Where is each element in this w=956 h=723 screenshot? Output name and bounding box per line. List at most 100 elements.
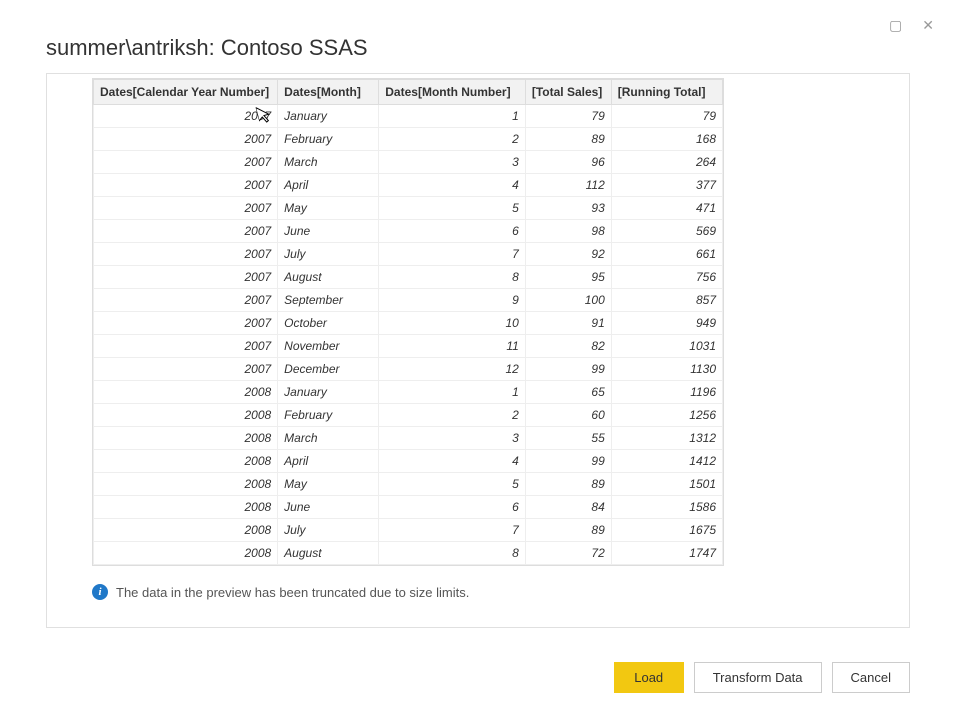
cell-month-num: 3	[379, 427, 526, 450]
cell-month-num: 6	[379, 496, 526, 519]
table-row[interactable]: 2007July792661	[94, 243, 723, 266]
table-row[interactable]: 2007October1091949	[94, 312, 723, 335]
load-button[interactable]: Load	[614, 662, 684, 693]
cell-year: 2007	[94, 358, 278, 381]
cell-month: April	[278, 174, 379, 197]
table-row[interactable]: 2008July7891675	[94, 519, 723, 542]
cell-month-num: 8	[379, 542, 526, 565]
cell-total: 96	[525, 151, 611, 174]
cell-month: July	[278, 519, 379, 542]
transform-data-button[interactable]: Transform Data	[694, 662, 822, 693]
cell-running: 1501	[611, 473, 722, 496]
cell-month-num: 2	[379, 128, 526, 151]
cell-month: August	[278, 542, 379, 565]
cell-month: October	[278, 312, 379, 335]
cell-running: 168	[611, 128, 722, 151]
table-row[interactable]: 2007February289168	[94, 128, 723, 151]
table-row[interactable]: 2007December12991130	[94, 358, 723, 381]
cell-total: 112	[525, 174, 611, 197]
table-row[interactable]: 2008April4991412	[94, 450, 723, 473]
close-icon[interactable]: ✕	[922, 18, 934, 32]
cell-month-num: 3	[379, 151, 526, 174]
cell-month: January	[278, 105, 379, 128]
cell-month-num: 12	[379, 358, 526, 381]
cell-year: 2008	[94, 473, 278, 496]
cell-month: June	[278, 220, 379, 243]
cell-running: 79	[611, 105, 722, 128]
preview-table: Dates[Calendar Year Number] Dates[Month]…	[93, 79, 723, 565]
table-row[interactable]: 2008February2601256	[94, 404, 723, 427]
cell-running: 1256	[611, 404, 722, 427]
table-row[interactable]: 2007November11821031	[94, 335, 723, 358]
cell-month-num: 4	[379, 450, 526, 473]
cell-running: 1312	[611, 427, 722, 450]
cell-running: 949	[611, 312, 722, 335]
cell-year: 2008	[94, 496, 278, 519]
table-row[interactable]: 2008June6841586	[94, 496, 723, 519]
cell-year: 2007	[94, 197, 278, 220]
cell-year: 2007	[94, 243, 278, 266]
cell-running: 471	[611, 197, 722, 220]
cell-total: 79	[525, 105, 611, 128]
cell-total: 84	[525, 496, 611, 519]
cell-total: 93	[525, 197, 611, 220]
col-year[interactable]: Dates[Calendar Year Number]	[94, 80, 278, 105]
table-row[interactable]: 2008August8721747	[94, 542, 723, 565]
dialog-title: summer\antriksh: Contoso SSAS	[0, 0, 956, 79]
cell-running: 1130	[611, 358, 722, 381]
info-message: The data in the preview has been truncat…	[116, 585, 469, 600]
table-row[interactable]: 2007September9100857	[94, 289, 723, 312]
cell-month: February	[278, 404, 379, 427]
cell-month-num: 10	[379, 312, 526, 335]
cell-month-num: 4	[379, 174, 526, 197]
cell-total: 89	[525, 473, 611, 496]
table-row[interactable]: 2007August895756	[94, 266, 723, 289]
cell-year: 2008	[94, 519, 278, 542]
cell-month: July	[278, 243, 379, 266]
cell-total: 91	[525, 312, 611, 335]
cell-running: 1586	[611, 496, 722, 519]
header-row: Dates[Calendar Year Number] Dates[Month]…	[94, 80, 723, 105]
cell-year: 2007	[94, 312, 278, 335]
cell-month: February	[278, 128, 379, 151]
cell-total: 82	[525, 335, 611, 358]
cell-month: September	[278, 289, 379, 312]
col-total-sales[interactable]: [Total Sales]	[525, 80, 611, 105]
table-row[interactable]: 2007March396264	[94, 151, 723, 174]
cell-running: 569	[611, 220, 722, 243]
cell-year: 2007	[94, 128, 278, 151]
cell-month-num: 8	[379, 266, 526, 289]
cell-month-num: 1	[379, 381, 526, 404]
cell-total: 60	[525, 404, 611, 427]
maximize-icon[interactable]: ▢	[889, 18, 902, 32]
cell-running: 1747	[611, 542, 722, 565]
cell-month-num: 5	[379, 197, 526, 220]
cell-running: 661	[611, 243, 722, 266]
col-month-number[interactable]: Dates[Month Number]	[379, 80, 526, 105]
cell-month-num: 2	[379, 404, 526, 427]
col-month[interactable]: Dates[Month]	[278, 80, 379, 105]
table-row[interactable]: 2007January17979	[94, 105, 723, 128]
cell-month: December	[278, 358, 379, 381]
table-row[interactable]: 2008March3551312	[94, 427, 723, 450]
table-row[interactable]: 2007June698569	[94, 220, 723, 243]
cell-year: 2008	[94, 450, 278, 473]
cell-running: 857	[611, 289, 722, 312]
table-row[interactable]: 2007May593471	[94, 197, 723, 220]
cell-total: 65	[525, 381, 611, 404]
cancel-button[interactable]: Cancel	[832, 662, 910, 693]
cell-year: 2007	[94, 105, 278, 128]
cell-running: 264	[611, 151, 722, 174]
cell-month-num: 5	[379, 473, 526, 496]
preview-table-container: Dates[Calendar Year Number] Dates[Month]…	[92, 78, 724, 566]
cell-year: 2007	[94, 266, 278, 289]
cell-year: 2008	[94, 404, 278, 427]
col-running-total[interactable]: [Running Total]	[611, 80, 722, 105]
cell-month: August	[278, 266, 379, 289]
cell-month-num: 6	[379, 220, 526, 243]
cell-running: 1196	[611, 381, 722, 404]
table-row[interactable]: 2007April4112377	[94, 174, 723, 197]
table-row[interactable]: 2008May5891501	[94, 473, 723, 496]
cell-month-num: 9	[379, 289, 526, 312]
table-row[interactable]: 2008January1651196	[94, 381, 723, 404]
